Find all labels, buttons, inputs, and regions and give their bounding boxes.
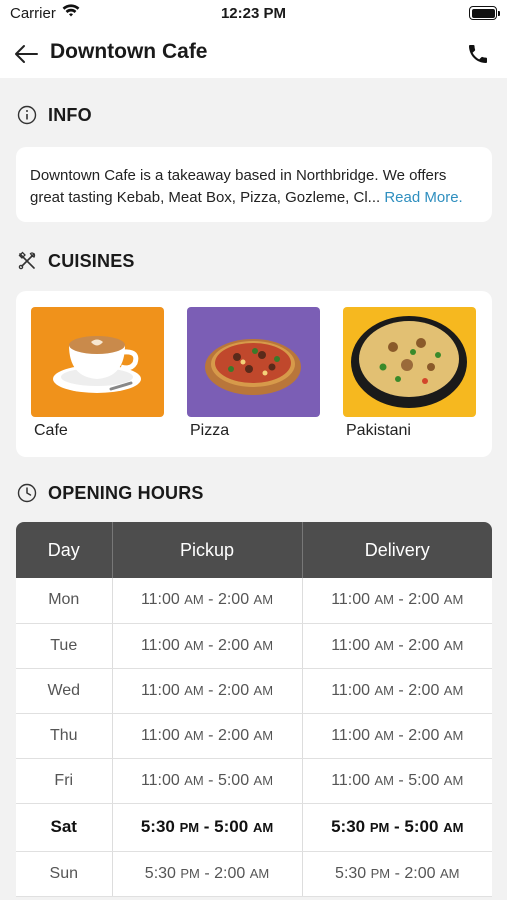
- utensils-icon: [16, 250, 38, 272]
- pickup-hours-cell: 11:00 AM - 2:00 AM: [112, 578, 303, 624]
- pickup-hours-cell: 5:30 PM - 5:00 AM: [112, 803, 303, 852]
- opening-hours-table: Day Pickup Delivery Mon 11:00 AM - 2:00 A…: [16, 522, 492, 897]
- phone-icon: [469, 45, 487, 63]
- info-text-line-1: Downtown Cafe is a takeaway based in Nor…: [30, 167, 447, 184]
- day-cell: Sun: [16, 851, 113, 897]
- info-card: Downtown Cafe is a takeaway based in Nor…: [16, 147, 492, 222]
- column-header-delivery: Delivery: [302, 522, 492, 578]
- table-row: Fri 11:00 AM - 5:00 AM 11:00 AM - 5:00 AM: [16, 758, 492, 804]
- hours-section-title: OPENING HOURS: [48, 482, 204, 503]
- cuisine-label-pizza: Pizza: [190, 422, 230, 439]
- biryani-image: [343, 307, 476, 417]
- page-title: Downtown Cafe: [50, 40, 208, 63]
- pickup-hours-cell: 11:00 AM - 2:00 AM: [112, 668, 303, 714]
- clock-label: 12:23 PM: [220, 5, 287, 22]
- delivery-hours-cell: 11:00 AM - 2:00 AM: [302, 623, 492, 669]
- table-row: Wed 11:00 AM - 2:00 AM 11:00 AM - 2:00 AM: [16, 668, 492, 714]
- call-button[interactable]: [463, 39, 493, 69]
- pickup-hours-cell: 11:00 AM - 2:00 AM: [112, 623, 303, 669]
- table-row: Tue 11:00 AM - 2:00 AM 11:00 AM - 2:00 AM: [16, 623, 492, 669]
- cuisine-item-cafe[interactable]: Cafe: [31, 307, 164, 440]
- delivery-hours-cell: 5:30 PM - 5:00 AM: [302, 803, 492, 852]
- info-text-line-2: great tasting Kebab, Meat Box, Pizza, Go…: [30, 189, 381, 206]
- delivery-hours-cell: 11:00 AM - 2:00 AM: [302, 713, 492, 759]
- pizza-image: [187, 307, 320, 417]
- table-header-row: Day Pickup Delivery: [16, 522, 492, 578]
- clock-icon: [16, 482, 38, 504]
- info-section-header: INFO: [16, 104, 92, 126]
- column-header-day: Day: [16, 522, 113, 578]
- back-arrow-icon: [15, 45, 38, 63]
- table-row: Sat 5:30 PM - 5:00 AM 5:30 PM - 5:00 AM: [16, 803, 492, 852]
- coffee-cup-image: [31, 307, 164, 417]
- info-icon: [16, 104, 38, 126]
- status-bar: Carrier 12:23 PM: [0, 0, 507, 30]
- cuisines-card: Cafe Pizza Pakistani: [16, 291, 492, 457]
- delivery-hours-cell: 11:00 AM - 2:00 AM: [302, 578, 492, 624]
- back-button[interactable]: [10, 38, 42, 70]
- pickup-hours-cell: 5:30 PM - 2:00 AM: [112, 851, 303, 897]
- battery-icon: [469, 6, 500, 20]
- cuisines-section-header: CUISINES: [16, 250, 135, 272]
- delivery-hours-cell: 5:30 PM - 2:00 AM: [302, 851, 492, 897]
- day-cell: Tue: [16, 623, 113, 669]
- pickup-hours-cell: 11:00 AM - 2:00 AM: [112, 713, 303, 759]
- cuisine-item-pakistani[interactable]: Pakistani: [343, 307, 476, 440]
- day-cell: Sat: [16, 803, 113, 852]
- table-row: Sun 5:30 PM - 2:00 AM 5:30 PM - 2:00 AM: [16, 851, 492, 897]
- table-row: Mon 11:00 AM - 2:00 AM 11:00 AM - 2:00 AM: [16, 578, 492, 624]
- day-cell: Thu: [16, 713, 113, 759]
- cuisines-section-title: CUISINES: [48, 250, 135, 271]
- hours-section-header: OPENING HOURS: [16, 482, 204, 504]
- table-row: Thu 11:00 AM - 2:00 AM 11:00 AM - 2:00 AM: [16, 713, 492, 759]
- column-header-pickup: Pickup: [112, 522, 303, 578]
- delivery-hours-cell: 11:00 AM - 2:00 AM: [302, 668, 492, 714]
- day-cell: Fri: [16, 758, 113, 804]
- delivery-hours-cell: 11:00 AM - 5:00 AM: [302, 758, 492, 804]
- day-cell: Wed: [16, 668, 113, 714]
- info-section-title: INFO: [48, 104, 92, 125]
- cuisine-label-cafe: Cafe: [34, 422, 68, 439]
- day-cell: Mon: [16, 578, 113, 624]
- cuisine-item-pizza[interactable]: Pizza: [187, 307, 320, 440]
- read-more-link[interactable]: Read More.: [380, 189, 462, 206]
- nav-bar: Downtown Cafe: [0, 30, 507, 78]
- cuisine-label-pakistani: Pakistani: [346, 422, 411, 439]
- pickup-hours-cell: 11:00 AM - 5:00 AM: [112, 758, 303, 804]
